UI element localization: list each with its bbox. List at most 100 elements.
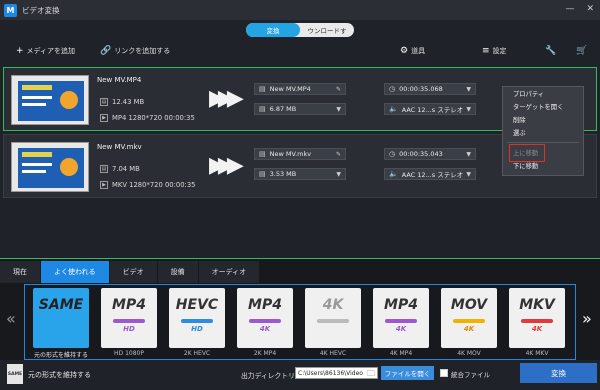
wrench-button[interactable]: 🔧	[545, 46, 556, 56]
audio-field[interactable]: 🔈 AAC 12...s ステレオ ▼	[384, 103, 476, 115]
format-caption: HD 1080P	[114, 350, 144, 357]
highlight-box	[509, 144, 545, 162]
minimize-icon[interactable]: —	[565, 4, 574, 14]
output-directory-input[interactable]: C:\Users\86136\Video	[295, 367, 378, 379]
format-name: SAME	[38, 297, 84, 313]
duration-value: 00:00:35.043	[399, 150, 443, 158]
format-tile: MOV 4K	[441, 288, 497, 348]
add-media-label: メディアを追加	[26, 47, 76, 55]
app-title: ビデオ変換	[22, 5, 60, 15]
format-tile: MP4 4K	[373, 288, 429, 348]
edit-icon[interactable]: ✎	[336, 86, 341, 93]
format-name: MP4	[112, 297, 146, 313]
title-bar: M ビデオ変換 — ✕	[0, 0, 600, 20]
format-card-mov-4k[interactable]: MOV 4K 4K MOV	[437, 288, 501, 358]
speaker-icon: 🔈	[389, 105, 398, 113]
output-size-field[interactable]: ▤ 6.87 MB ▼	[254, 103, 346, 115]
format-tabs: 現在 よく使われる ビデオ 設備 オーディオ	[0, 261, 261, 283]
format-card-same[interactable]: SAME 元の形式を維持する	[29, 288, 93, 359]
format-card-mp4-hd[interactable]: MP4 HD HD 1080P	[97, 288, 161, 358]
menu-separator	[507, 142, 579, 143]
output-name: New MV.MP4	[269, 85, 311, 93]
folder-icon[interactable]: 🗀	[367, 368, 377, 378]
format-bar	[181, 319, 213, 323]
format-tile: 4K	[305, 288, 361, 348]
app-logo: M	[4, 3, 17, 17]
format-preset-icon[interactable]: SAME	[7, 364, 23, 384]
menu-item-select[interactable]: 選ぶ	[503, 126, 583, 139]
format-caption: 4K MOV	[457, 350, 481, 357]
file-icon: ▤	[259, 105, 266, 113]
menu-item-open-target[interactable]: ターゲットを開く	[503, 100, 583, 113]
format-name: MKV	[519, 297, 555, 313]
format-tile: MP4 HD	[101, 288, 157, 348]
edit-icon[interactable]: ✎	[336, 151, 341, 158]
format-card-mkv-4k[interactable]: MKV 4K 4K MKV	[505, 288, 569, 358]
tab-device[interactable]: 設備	[157, 261, 199, 283]
video-thumbnail	[11, 75, 89, 125]
output-size: 3.53 MB	[269, 170, 297, 178]
convert-button[interactable]: 変換	[520, 363, 597, 383]
close-icon[interactable]: ✕	[586, 4, 594, 14]
tab-video[interactable]: ビデオ	[109, 261, 158, 283]
format-name: MOV	[450, 297, 488, 313]
format-card-mp4-4k[interactable]: MP4 4K 4K MP4	[369, 288, 433, 358]
plus-icon: +	[16, 46, 24, 56]
add-media-button[interactable]: + メディアを追加	[16, 46, 75, 56]
format-quality: 4K	[531, 325, 543, 333]
format-quality: 4K	[395, 325, 407, 333]
open-file-button[interactable]: ファイルを開く	[381, 366, 434, 380]
tab-audio[interactable]: オーディオ	[198, 261, 261, 283]
output-size-field[interactable]: ▤ 3.53 MB ▼	[254, 168, 346, 180]
format-card-mp4-2k[interactable]: MP4 4K 2K MP4	[233, 288, 297, 358]
context-menu: プロパティ ターゲットを開く 削除 選ぶ 上に移動 下に移動	[502, 86, 584, 176]
duration-field[interactable]: ◷ 00:00:35.043 ▼	[384, 148, 476, 160]
menu-item-delete[interactable]: 削除	[503, 113, 583, 126]
file-icon: ▤	[259, 150, 266, 158]
format-bar	[521, 319, 553, 323]
audio-value: AAC 12...s ステレオ	[401, 106, 464, 114]
tab-convert[interactable]: 変換	[246, 23, 300, 37]
settings-button[interactable]: ≡ 設定	[482, 46, 507, 56]
format-bar	[385, 319, 417, 323]
tab-download[interactable]: ウンロードす	[300, 23, 354, 37]
scroll-right-icon[interactable]: »	[582, 309, 592, 328]
dropdown-icon: ▼	[466, 85, 471, 93]
cart-button[interactable]: 🛒	[576, 46, 587, 56]
file-icon: ▤	[259, 170, 266, 178]
output-name-field[interactable]: ▤ New MV.mkv ✎	[254, 148, 346, 160]
audio-field[interactable]: 🔈 AAC 12...s ステレオ ▼	[384, 168, 476, 180]
format-quality: HD	[123, 325, 135, 333]
video-icon: ▶	[100, 181, 108, 189]
merge-label: 統合ファイル	[451, 371, 490, 379]
add-link-button[interactable]: 🔗 リンクを追加する	[100, 46, 170, 56]
merge-checkbox[interactable]	[440, 369, 448, 377]
format-caption: 2K MP4	[253, 350, 277, 357]
format-caption: 元の形式を維持する	[33, 352, 88, 359]
format-name: HEVC	[175, 297, 219, 313]
dropdown-icon: ▼	[466, 105, 471, 113]
format-caption: 2K HEVC	[183, 350, 211, 357]
format-quality: HD	[191, 325, 203, 333]
tab-common[interactable]: よく使われる	[41, 261, 110, 283]
format-tile: HEVC HD	[169, 288, 225, 348]
format-caption: 4K MKV	[525, 350, 549, 357]
format-bar	[113, 319, 145, 323]
format-panel: 現在 よく使われる ビデオ 設備 オーディオ « » SAME 元の形式を維持す…	[0, 258, 600, 360]
wrench-icon: 🔧	[545, 46, 557, 56]
format-caption: 4K HEVC	[319, 350, 347, 357]
file-info-value: MP4 1280*720 00:00:35	[112, 114, 195, 122]
tools-button[interactable]: ⚙ 道具	[400, 46, 425, 56]
format-card-4k-hevc[interactable]: 4K 4K HEVC	[301, 288, 365, 358]
scroll-left-icon[interactable]: «	[6, 309, 16, 328]
convert-arrow-icon: ▶▶▶	[209, 153, 244, 178]
file-info: ▶ MKV 1280*720 00:00:35	[100, 181, 196, 189]
file-size: ▤ 12.43 MB	[100, 98, 144, 106]
menu-item-properties[interactable]: プロパティ	[503, 87, 583, 100]
format-card-hevc-hd[interactable]: HEVC HD 2K HEVC	[165, 288, 229, 358]
settings-label: 設定	[492, 47, 507, 55]
tab-current[interactable]: 現在	[0, 261, 41, 283]
format-name: MP4	[384, 297, 418, 313]
duration-field[interactable]: ◷ 00:00:35.068 ▼	[384, 83, 476, 95]
output-name-field[interactable]: ▤ New MV.MP4 ✎	[254, 83, 346, 95]
